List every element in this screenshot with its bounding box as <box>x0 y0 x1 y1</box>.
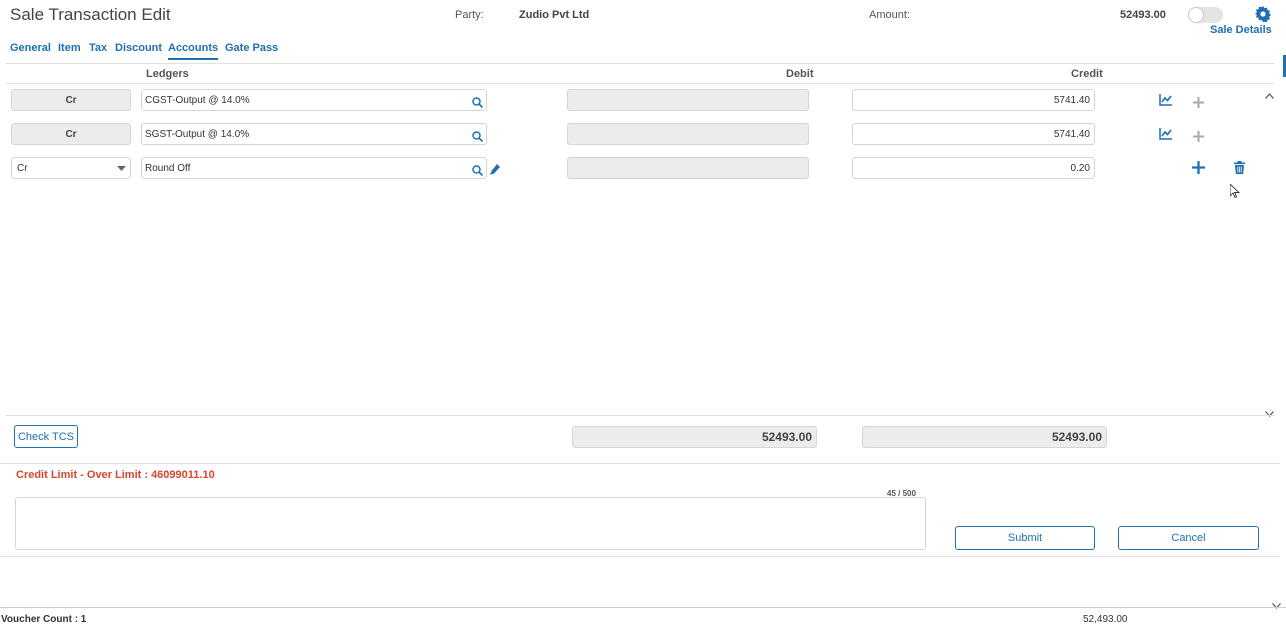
row-type: Cr <box>11 89 131 111</box>
debit-field <box>567 123 809 145</box>
credit-total: 52493.00 <box>862 426 1107 448</box>
chart-icon[interactable] <box>1159 127 1173 145</box>
ledger-field[interactable]: SGST-Output @ 14.0% <box>141 123 487 145</box>
tab-tax[interactable]: Tax <box>89 42 107 54</box>
credit-limit-warning: Credit Limit - Over Limit : 46099011.10 <box>16 469 215 481</box>
amount-label: Amount: <box>869 9 910 21</box>
party-label: Party: <box>455 9 484 21</box>
ledger-value: Round Off <box>145 162 191 174</box>
type-select-value: Cr <box>17 162 28 174</box>
header-divider <box>5 83 1275 84</box>
cancel-button[interactable]: Cancel <box>1118 526 1259 550</box>
check-tcs-button[interactable]: Check TCS <box>14 425 78 448</box>
column-credit: Credit <box>1071 68 1103 80</box>
remarks-textarea[interactable] <box>15 497 926 550</box>
add-icon-disabled <box>1193 129 1204 147</box>
credit-field[interactable]: 0.20 <box>852 157 1095 179</box>
search-icon[interactable] <box>472 129 484 147</box>
type-select[interactable]: Cr <box>11 157 131 179</box>
credit-field[interactable]: 5741.40 <box>852 89 1095 111</box>
tabs-divider <box>5 63 1275 64</box>
ledger-value: SGST-Output @ 14.0% <box>145 128 250 140</box>
mouse-cursor <box>1229 182 1241 203</box>
amount-value: 52493.00 <box>1120 9 1166 21</box>
tab-gate-pass[interactable]: Gate Pass <box>225 42 278 54</box>
totals-divider <box>0 463 1280 464</box>
tab-general[interactable]: General <box>10 42 51 54</box>
debit-total: 52493.00 <box>572 426 817 448</box>
column-debit: Debit <box>786 68 814 80</box>
search-icon[interactable] <box>472 163 484 181</box>
voucher-count: Voucher Count : 1 <box>1 614 87 625</box>
party-value: Zudio Pvt Ltd <box>519 9 590 21</box>
column-ledgers: Ledgers <box>146 68 189 80</box>
toggle-knob <box>1189 8 1203 22</box>
amount-toggle[interactable] <box>1188 7 1223 23</box>
pencil-icon[interactable] <box>490 162 500 180</box>
tab-accounts[interactable]: Accounts <box>168 42 219 60</box>
sale-details-link[interactable]: Sale Details <box>1210 24 1272 36</box>
chart-icon[interactable] <box>1159 93 1173 111</box>
status-total: 52,493.00 <box>1083 614 1128 625</box>
search-icon[interactable] <box>472 95 484 113</box>
footer-divider <box>0 556 1280 557</box>
tab-item[interactable]: Item <box>58 42 81 54</box>
debit-field <box>567 157 809 179</box>
scroll-down-icon[interactable] <box>1265 404 1274 422</box>
scroll-up-icon[interactable] <box>1265 86 1274 104</box>
page-scroll-down-icon[interactable] <box>1272 596 1281 614</box>
ledger-field[interactable]: Round Off <box>141 157 487 179</box>
debit-field <box>567 89 809 111</box>
add-row-icon[interactable] <box>1192 161 1205 179</box>
trash-icon[interactable] <box>1234 161 1245 179</box>
gear-icon[interactable] <box>1255 6 1271 23</box>
status-bar-divider <box>0 607 1286 608</box>
chevron-down-icon <box>117 163 126 174</box>
credit-field[interactable]: 5741.40 <box>852 123 1095 145</box>
grid-bottom-divider <box>5 415 1275 416</box>
ledger-value: CGST-Output @ 14.0% <box>145 94 250 106</box>
submit-button[interactable]: Submit <box>955 526 1095 550</box>
add-icon-disabled <box>1193 95 1204 113</box>
ledger-field[interactable]: CGST-Output @ 14.0% <box>141 89 487 111</box>
tab-discount[interactable]: Discount <box>115 42 162 54</box>
row-type: Cr <box>11 123 131 145</box>
page-title: Sale Transaction Edit <box>10 5 171 24</box>
